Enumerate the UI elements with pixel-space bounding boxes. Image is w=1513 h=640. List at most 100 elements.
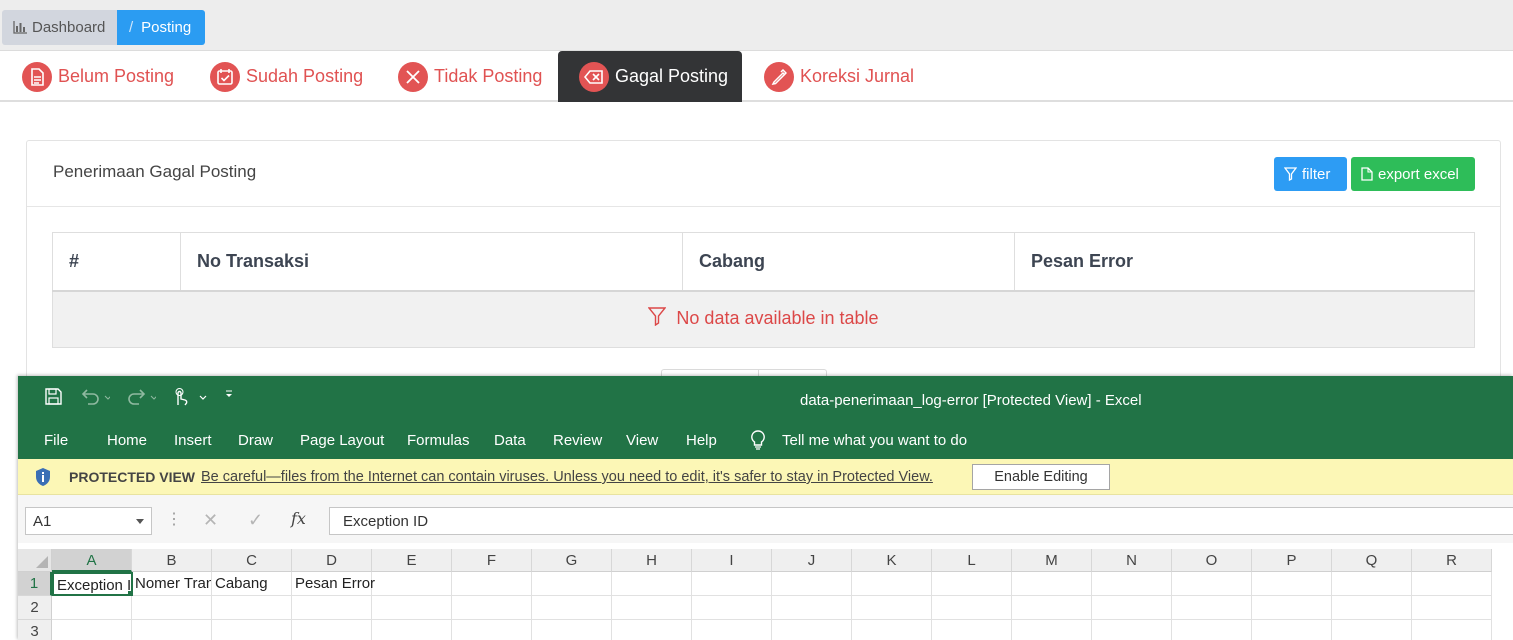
cell-o3[interactable] xyxy=(1172,620,1252,640)
column-header-d[interactable]: D xyxy=(292,549,372,572)
column-no-transaksi[interactable]: No Transaksi xyxy=(180,232,683,292)
cell-a2[interactable] xyxy=(52,596,132,620)
cell-q3[interactable] xyxy=(1332,620,1412,640)
column-header-g[interactable]: G xyxy=(532,549,612,572)
cell-o1[interactable] xyxy=(1172,572,1252,596)
menu-review[interactable]: Review xyxy=(553,432,602,449)
column-header-p[interactable]: P xyxy=(1252,549,1332,572)
cell-h1[interactable] xyxy=(612,572,692,596)
cell-b1[interactable]: Nomer Transaksi xyxy=(132,572,212,596)
cell-r1[interactable] xyxy=(1412,572,1492,596)
select-all-corner[interactable] xyxy=(18,549,52,572)
cell-j3[interactable] xyxy=(772,620,852,640)
undo-icon[interactable] xyxy=(80,388,110,405)
cell-h3[interactable] xyxy=(612,620,692,640)
cell-h2[interactable] xyxy=(612,596,692,620)
column-header-n[interactable]: N xyxy=(1092,549,1172,572)
cell-j1[interactable] xyxy=(772,572,852,596)
filter-button[interactable]: filter xyxy=(1274,157,1347,191)
column-header-o[interactable]: O xyxy=(1172,549,1252,572)
column-header-a[interactable]: A xyxy=(52,549,132,572)
cell-p1[interactable] xyxy=(1252,572,1332,596)
column-header-m[interactable]: M xyxy=(1012,549,1092,572)
column-header-j[interactable]: J xyxy=(772,549,852,572)
export-excel-button[interactable]: export excel xyxy=(1351,157,1475,191)
column-cabang[interactable]: Cabang xyxy=(682,232,1015,292)
cell-c1[interactable]: Cabang xyxy=(212,572,292,596)
menu-file[interactable]: File xyxy=(44,432,68,449)
cell-l1[interactable] xyxy=(932,572,1012,596)
cell-a1[interactable]: Exception ID xyxy=(52,572,133,596)
cell-k1[interactable] xyxy=(852,572,932,596)
column-header-f[interactable]: F xyxy=(452,549,532,572)
column-header-q[interactable]: Q xyxy=(1332,549,1412,572)
row-header-2[interactable]: 2 xyxy=(18,596,52,620)
cell-i1[interactable] xyxy=(692,572,772,596)
menu-data[interactable]: Data xyxy=(494,432,526,449)
chevron-down-icon[interactable] xyxy=(136,519,144,524)
row-header-3[interactable]: 3 xyxy=(18,620,52,640)
column-header-k[interactable]: K xyxy=(852,549,932,572)
cell-b2[interactable] xyxy=(132,596,212,620)
column-header-r[interactable]: R xyxy=(1412,549,1492,572)
tell-me-search[interactable]: Tell me what you want to do xyxy=(782,432,967,449)
cell-l2[interactable] xyxy=(932,596,1012,620)
cell-d3[interactable] xyxy=(292,620,372,640)
cell-r2[interactable] xyxy=(1412,596,1492,620)
cell-e3[interactable] xyxy=(372,620,452,640)
name-box[interactable]: A1 xyxy=(25,507,152,535)
protected-view-message[interactable]: Be careful—files from the Internet can c… xyxy=(201,469,933,485)
cell-n1[interactable] xyxy=(1092,572,1172,596)
cell-n3[interactable] xyxy=(1092,620,1172,640)
save-icon[interactable] xyxy=(45,388,62,405)
column-header-l[interactable]: L xyxy=(932,549,1012,572)
redo-icon[interactable] xyxy=(126,388,156,405)
breadcrumb-dashboard[interactable]: Dashboard xyxy=(2,10,117,45)
cell-g2[interactable] xyxy=(532,596,612,620)
cell-q2[interactable] xyxy=(1332,596,1412,620)
tab-tidak-posting[interactable]: Tidak Posting xyxy=(398,51,542,102)
cell-i3[interactable] xyxy=(692,620,772,640)
tab-sudah-posting[interactable]: Sudah Posting xyxy=(210,51,363,102)
cell-g3[interactable] xyxy=(532,620,612,640)
cell-d2[interactable] xyxy=(292,596,372,620)
menu-help[interactable]: Help xyxy=(686,432,717,449)
cell-g1[interactable] xyxy=(532,572,612,596)
column-pesan-error[interactable]: Pesan Error xyxy=(1014,232,1475,292)
customize-toolbar-icon[interactable] xyxy=(224,388,234,400)
cell-p2[interactable] xyxy=(1252,596,1332,620)
cell-n2[interactable] xyxy=(1092,596,1172,620)
column-header-i[interactable]: I xyxy=(692,549,772,572)
cell-m1[interactable] xyxy=(1012,572,1092,596)
tab-koreksi-jurnal[interactable]: Koreksi Jurnal xyxy=(764,51,914,102)
cell-p3[interactable] xyxy=(1252,620,1332,640)
insert-function-icon[interactable]: fx xyxy=(291,509,306,528)
cell-m2[interactable] xyxy=(1012,596,1092,620)
touch-mode-icon[interactable] xyxy=(172,388,208,406)
cell-c3[interactable] xyxy=(212,620,292,640)
column-header-h[interactable]: H xyxy=(612,549,692,572)
menu-view[interactable]: View xyxy=(626,432,658,449)
menu-page-layout[interactable]: Page Layout xyxy=(300,432,384,449)
cell-e1[interactable] xyxy=(372,572,452,596)
tab-belum-posting[interactable]: Belum Posting xyxy=(22,51,174,102)
menu-draw[interactable]: Draw xyxy=(238,432,273,449)
menu-home[interactable]: Home xyxy=(107,432,147,449)
breadcrumb-posting[interactable]: / Posting xyxy=(117,10,205,45)
tab-gagal-posting[interactable]: Gagal Posting xyxy=(558,51,742,102)
cell-d1[interactable]: Pesan Error xyxy=(292,572,375,596)
menu-insert[interactable]: Insert xyxy=(174,432,212,449)
cell-r3[interactable] xyxy=(1412,620,1492,640)
cell-e2[interactable] xyxy=(372,596,452,620)
cell-c2[interactable] xyxy=(212,596,292,620)
cell-k2[interactable] xyxy=(852,596,932,620)
drag-handle-icon[interactable]: ⋮ xyxy=(166,509,182,529)
cell-k3[interactable] xyxy=(852,620,932,640)
cell-a3[interactable] xyxy=(52,620,132,640)
column-number[interactable]: # xyxy=(52,232,181,292)
formula-input[interactable]: Exception ID xyxy=(329,507,1513,535)
cell-f2[interactable] xyxy=(452,596,532,620)
menu-formulas[interactable]: Formulas xyxy=(407,432,470,449)
cell-b3[interactable] xyxy=(132,620,212,640)
enable-editing-button[interactable]: Enable Editing xyxy=(972,464,1110,490)
